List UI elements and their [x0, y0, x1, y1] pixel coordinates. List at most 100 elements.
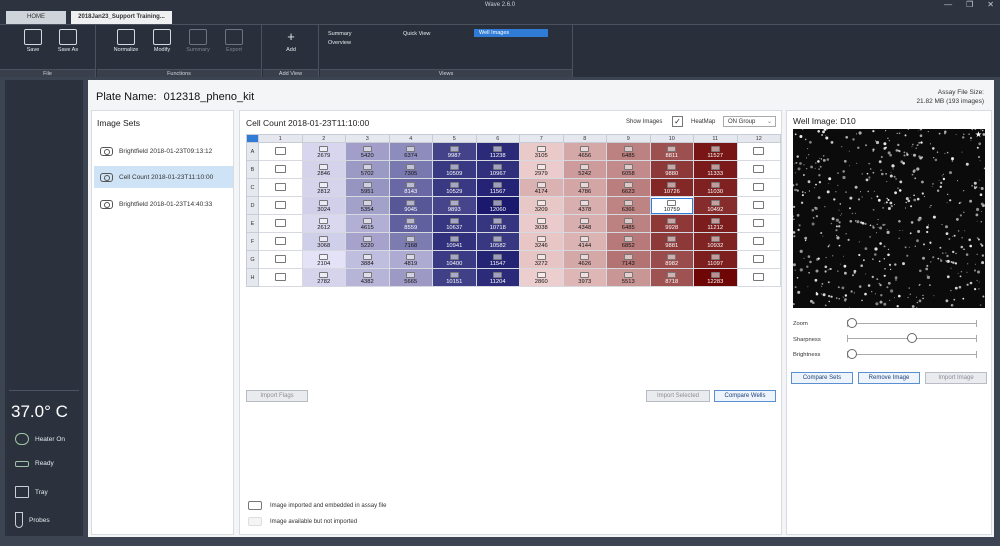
export-button[interactable]: Export — [219, 29, 249, 54]
column-header[interactable]: 3 — [345, 134, 390, 143]
well-cell[interactable] — [258, 142, 303, 161]
row-header[interactable]: A — [246, 142, 259, 161]
well-cell[interactable]: 10967 — [475, 160, 520, 179]
well-cell[interactable] — [736, 178, 781, 197]
well-cell[interactable] — [736, 196, 781, 215]
well-cell[interactable]: 9045 — [388, 196, 433, 215]
well-cell[interactable]: 11030 — [693, 178, 738, 197]
probes-status[interactable]: Probes — [15, 512, 50, 528]
column-header[interactable]: 8 — [562, 134, 607, 143]
star-icon[interactable]: ★ — [975, 130, 982, 139]
well-cell[interactable] — [736, 142, 781, 161]
column-header[interactable]: 10 — [649, 134, 694, 143]
tab-home[interactable]: HOME — [6, 11, 66, 24]
well-cell[interactable]: 2679 — [301, 142, 346, 161]
well-cell[interactable]: 3105 — [519, 142, 564, 161]
save-button[interactable]: Save — [18, 29, 48, 54]
well-cell[interactable]: 8559 — [388, 214, 433, 233]
modify-button[interactable]: Modify — [147, 29, 177, 54]
save-as-button[interactable]: Save As — [53, 29, 83, 54]
well-cell[interactable]: 7143 — [606, 250, 651, 269]
well-cell[interactable]: 9880 — [649, 160, 694, 179]
column-header[interactable]: 9 — [606, 134, 651, 143]
brightness-slider[interactable] — [847, 349, 977, 359]
well-cell[interactable]: 10726 — [649, 178, 694, 197]
well-cell[interactable]: 10582 — [475, 232, 520, 251]
well-cell[interactable]: 4626 — [562, 250, 607, 269]
well-cell[interactable]: 9893 — [432, 196, 477, 215]
view-quick-view[interactable]: Quick View — [403, 30, 430, 38]
well-cell[interactable]: 6366 — [606, 196, 651, 215]
tray-status[interactable]: Tray — [15, 486, 48, 498]
import-image-button[interactable]: Import Image — [925, 372, 987, 384]
well-cell[interactable] — [736, 268, 781, 287]
column-header[interactable]: 6 — [475, 134, 520, 143]
column-header[interactable]: 12 — [736, 134, 781, 143]
well-cell[interactable]: 5354 — [345, 196, 390, 215]
well-cell[interactable]: 4348 — [562, 214, 607, 233]
well-cell[interactable]: 11567 — [475, 178, 520, 197]
well-cell[interactable] — [258, 214, 303, 233]
well-cell[interactable]: 2979 — [519, 160, 564, 179]
row-header[interactable]: F — [246, 232, 259, 251]
well-cell[interactable]: 3973 — [562, 268, 607, 287]
well-cell[interactable]: 2104 — [301, 250, 346, 269]
import-flags-button[interactable]: Import Flags — [246, 390, 308, 402]
well-cell[interactable]: 5702 — [345, 160, 390, 179]
well-cell[interactable]: 6852 — [606, 232, 651, 251]
well-cell[interactable]: 8718 — [649, 268, 694, 287]
heater-status[interactable]: Heater On — [15, 433, 65, 445]
well-cell[interactable]: 2860 — [519, 268, 564, 287]
compare-wells-button[interactable]: Compare Wells — [714, 390, 776, 402]
well-cell[interactable] — [736, 214, 781, 233]
image-set-item[interactable]: Brightfield 2018-01-23T09:13:12 — [94, 140, 233, 162]
tab-file[interactable]: 2018Jan23_Support Training... — [71, 11, 172, 24]
well-cell[interactable]: 10492 — [693, 196, 738, 215]
well-cell[interactable]: 12060 — [475, 196, 520, 215]
import-selected-button[interactable]: Import Selected — [646, 390, 710, 402]
well-cell[interactable]: 3024 — [301, 196, 346, 215]
well-cell[interactable] — [258, 232, 303, 251]
well-cell[interactable]: 10759 — [649, 196, 694, 215]
well-cell[interactable]: 11547 — [475, 250, 520, 269]
sharpness-slider-knob[interactable] — [907, 333, 917, 343]
image-set-item-selected[interactable]: Cell Count 2018-01-23T11:10:00 — [94, 166, 233, 188]
column-header[interactable]: 2 — [301, 134, 346, 143]
well-cell[interactable]: 5242 — [562, 160, 607, 179]
row-header[interactable]: H — [246, 268, 259, 287]
brightness-slider-knob[interactable] — [847, 349, 857, 359]
well-cell[interactable] — [736, 160, 781, 179]
well-cell[interactable]: 5420 — [345, 142, 390, 161]
row-header[interactable]: G — [246, 250, 259, 269]
well-cell[interactable]: 2612 — [301, 214, 346, 233]
well-cell[interactable]: 9987 — [432, 142, 477, 161]
sharpness-slider[interactable] — [847, 333, 977, 343]
row-header[interactable]: D — [246, 196, 259, 215]
well-cell[interactable]: 4786 — [562, 178, 607, 197]
well-cell[interactable]: 9928 — [649, 214, 694, 233]
well-cell[interactable]: 11333 — [693, 160, 738, 179]
add-button[interactable]: + Add — [276, 29, 306, 54]
well-image-viewer[interactable]: ★ — [793, 129, 985, 308]
well-cell[interactable] — [736, 232, 781, 251]
plate-corner[interactable] — [246, 134, 259, 143]
well-cell[interactable]: 11238 — [475, 142, 520, 161]
well-cell[interactable]: 3884 — [345, 250, 390, 269]
well-cell[interactable]: 4656 — [562, 142, 607, 161]
normalize-button[interactable]: Normalize — [111, 29, 141, 54]
well-cell[interactable]: 3038 — [519, 214, 564, 233]
well-cell[interactable] — [736, 250, 781, 269]
well-cell[interactable]: 2782 — [301, 268, 346, 287]
image-set-item[interactable]: Brightfield 2018-01-23T14:40:33 — [94, 193, 233, 215]
well-cell[interactable]: 4378 — [562, 196, 607, 215]
column-header[interactable]: 4 — [388, 134, 433, 143]
remove-image-button[interactable]: Remove Image — [858, 372, 920, 384]
heatmap-dropdown[interactable]: ON Group ⌄ — [723, 116, 776, 127]
well-cell[interactable]: 4144 — [562, 232, 607, 251]
well-cell[interactable]: 10637 — [432, 214, 477, 233]
well-cell[interactable]: 6623 — [606, 178, 651, 197]
well-cell[interactable]: 4382 — [345, 268, 390, 287]
minimize-icon[interactable]: — — [944, 0, 952, 10]
well-cell[interactable]: 11212 — [693, 214, 738, 233]
zoom-slider[interactable] — [847, 318, 977, 328]
